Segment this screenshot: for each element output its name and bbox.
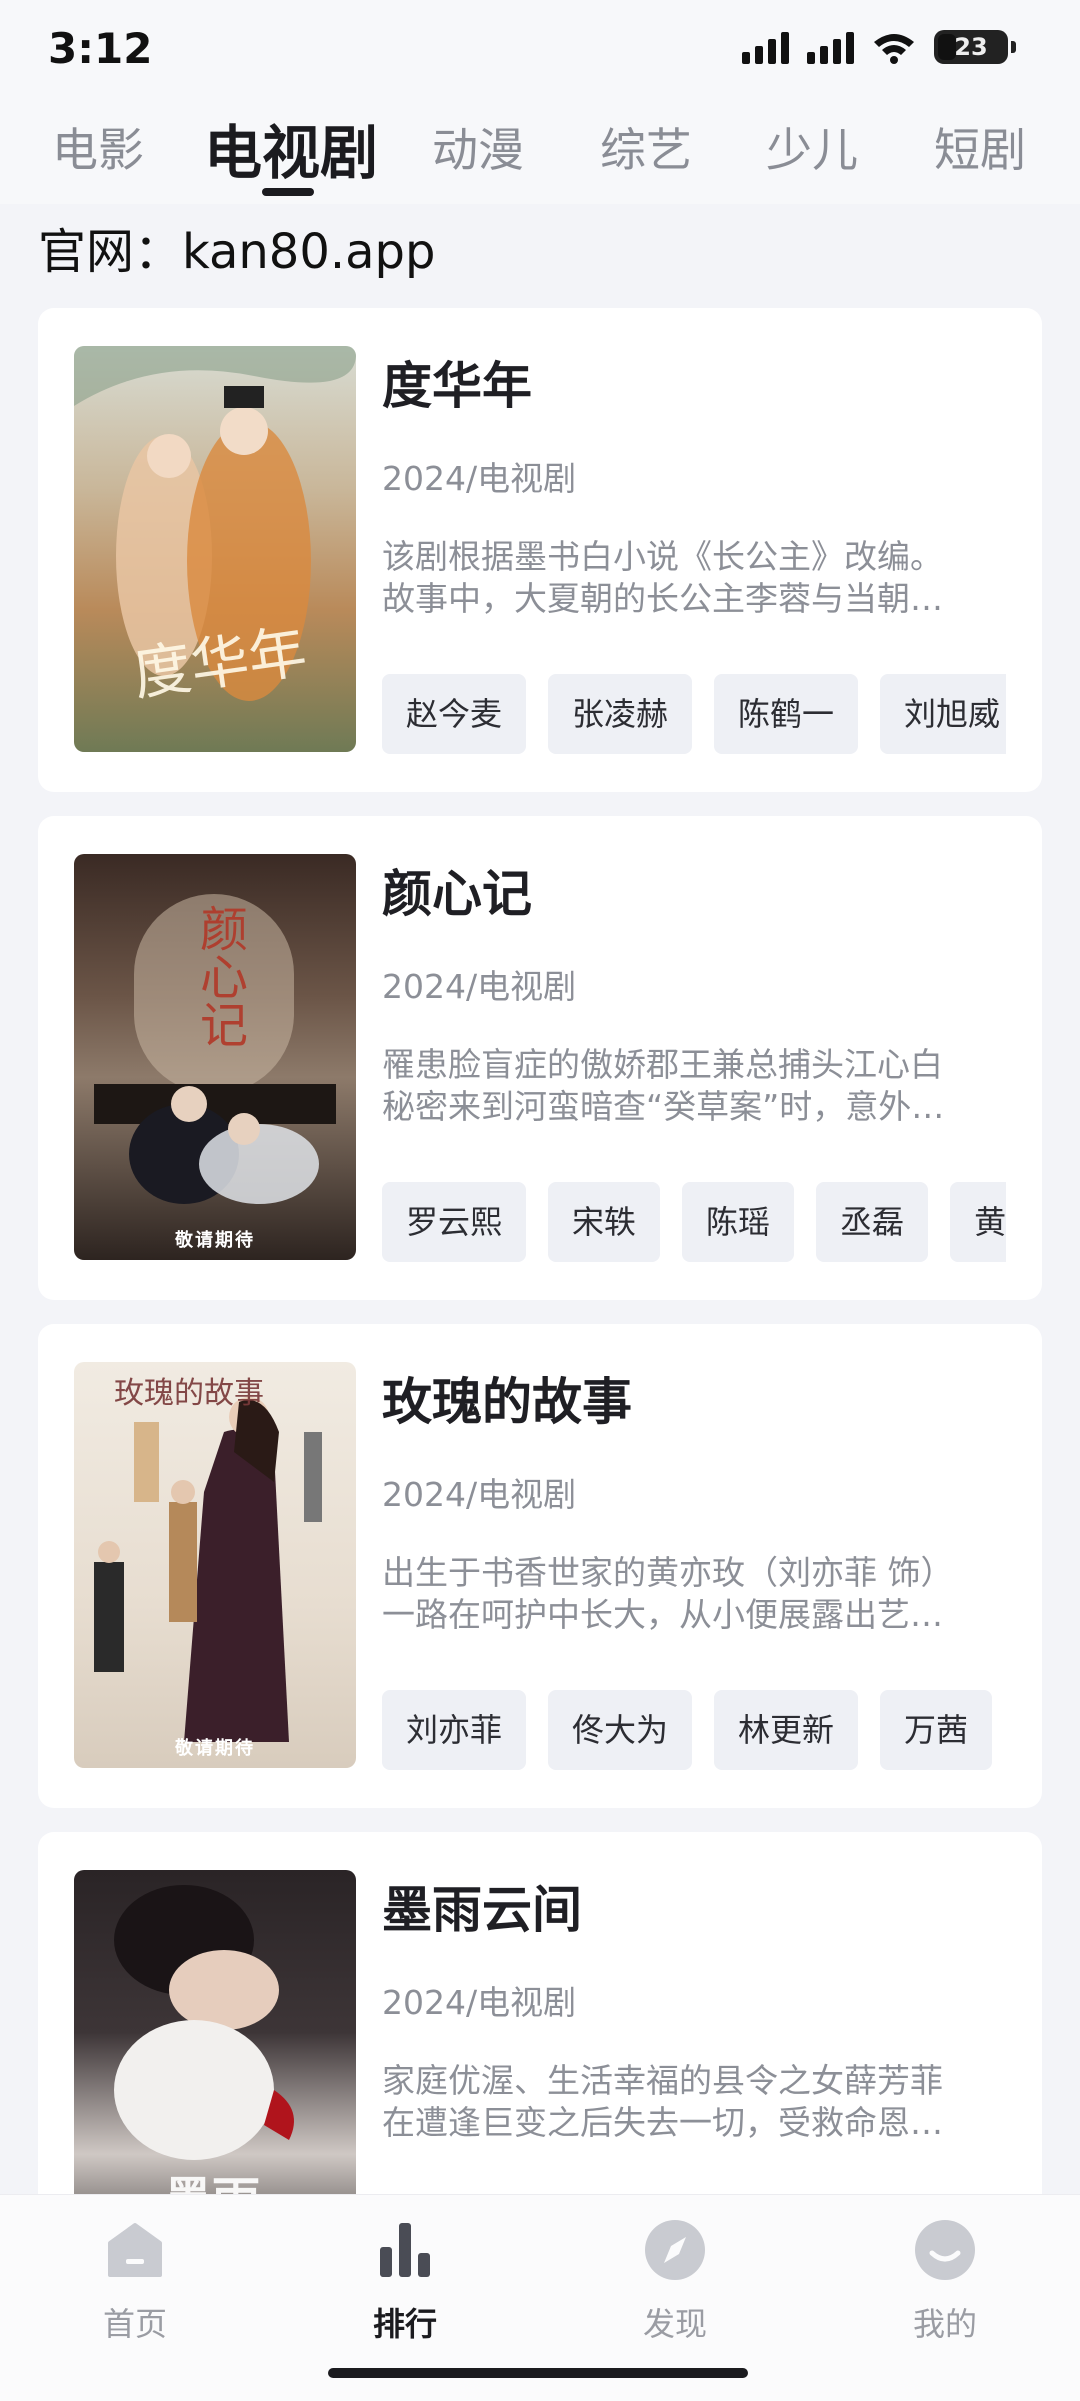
- drama-description: 家庭优渥、生活幸福的县令之女薛芳菲 在遭逢巨变之后失去一切，受救命恩…: [382, 2061, 943, 2142]
- drama-title[interactable]: 颜心记: [382, 854, 532, 926]
- drama-meta: 2024/电视剧: [382, 967, 577, 1006]
- poster-image[interactable]: 颜心记 敬请期待: [74, 854, 356, 1260]
- actor-chip[interactable]: 赵今麦: [382, 674, 527, 754]
- poster-image[interactable]: 度华年: [74, 346, 356, 752]
- discover-icon: [645, 2220, 705, 2280]
- poster-art-title: 玫瑰的故事: [114, 1376, 264, 1411]
- category-tabs: 电影 电视剧 动漫 综艺 少儿 短剧: [0, 100, 1080, 204]
- drama-title[interactable]: 墨雨云间: [382, 1870, 582, 1942]
- status-bar: 3:12 23: [0, 0, 1080, 100]
- actor-chip[interactable]: 林更新: [714, 1690, 859, 1770]
- actor-list: 罗云熙 宋轶 陈瑶 丞磊黄: [382, 1182, 1006, 1262]
- drama-meta: 2024/电视剧: [382, 459, 577, 498]
- actor-chip[interactable]: 丞磊: [816, 1182, 929, 1262]
- drama-title[interactable]: 玫瑰的故事: [382, 1362, 632, 1434]
- poster-badge: 敬请期待: [175, 1738, 255, 1759]
- actor-chip[interactable]: 陈瑶: [682, 1182, 795, 1262]
- nav-ranking-label: 排行: [372, 2305, 437, 2343]
- poster-art-title: 颜心记: [191, 904, 247, 1048]
- drama-meta: 2024/电视剧: [382, 1983, 577, 2022]
- actor-chip[interactable]: 陈鹤一: [714, 674, 859, 754]
- nav-discover[interactable]: 发现: [600, 2217, 750, 2345]
- drama-card[interactable]: 颜心记 敬请期待 颜心记 2024/电视剧 罹患脸盲症的傲娇郡王兼总捕头江心白 …: [38, 816, 1042, 1300]
- home-icon: [108, 2223, 162, 2277]
- actor-list: 赵今麦 张凌赫 陈鹤一 刘旭威: [382, 674, 1006, 754]
- nav-profile-label: 我的: [912, 2305, 977, 2343]
- cellular-signal-2-icon: [807, 30, 854, 64]
- actor-chip[interactable]: 宋轶: [548, 1182, 661, 1262]
- nav-profile[interactable]: 我的: [870, 2217, 1020, 2345]
- poster-badge: 敬请期待: [175, 1230, 255, 1251]
- tab-anime[interactable]: 动漫: [432, 114, 524, 180]
- status-icons: 23: [742, 30, 1016, 64]
- actor-chip[interactable]: 万茜: [880, 1690, 993, 1770]
- home-indicator: [328, 2368, 748, 2378]
- actor-chip[interactable]: 佟大为: [548, 1690, 693, 1770]
- ranking-icon: [380, 2223, 430, 2277]
- nav-home-label: 首页: [102, 2305, 167, 2343]
- tab-variety[interactable]: 综艺: [600, 114, 692, 180]
- nav-ranking[interactable]: 排行: [330, 2217, 480, 2345]
- nav-home[interactable]: 首页: [60, 2217, 210, 2345]
- drama-card[interactable]: 玫瑰的故事 敬请期待 玫瑰的故事 2024/电视剧 出生于书香世家的黄亦玫（刘亦…: [38, 1324, 1042, 1808]
- tab-short-drama[interactable]: 短剧: [934, 114, 1026, 180]
- tab-kids[interactable]: 少儿: [766, 114, 858, 180]
- active-tab-indicator: [262, 188, 314, 196]
- drama-description: 出生于书香世家的黄亦玫（刘亦菲 饰） 一路在呵护中长大，从小便展露出艺…: [382, 1553, 954, 1634]
- actor-chip[interactable]: 张凌赫: [548, 674, 693, 754]
- actor-chip[interactable]: 黄: [950, 1182, 1006, 1262]
- actor-chip[interactable]: 罗云熙: [382, 1182, 527, 1262]
- nav-discover-label: 发现: [642, 2305, 707, 2343]
- status-time: 3:12: [48, 24, 153, 73]
- drama-title[interactable]: 度华年: [382, 346, 532, 418]
- tab-tv-series[interactable]: 电视剧: [204, 106, 378, 190]
- poster-image[interactable]: 玫瑰的故事 敬请期待: [74, 1362, 356, 1768]
- wifi-icon: [874, 34, 914, 64]
- tab-movie[interactable]: 电影: [52, 114, 144, 180]
- drama-description: 罹患脸盲症的傲娇郡王兼总捕头江心白 秘密来到河蛮暗查“癸草案”时，意外…: [382, 1045, 945, 1126]
- actor-list: 刘亦菲 佟大为 林更新 万茜: [382, 1690, 1006, 1770]
- battery-level: 23: [954, 33, 988, 61]
- drama-card[interactable]: 度华年 度华年 2024/电视剧 该剧根据墨书白小说《长公主》改编。 故事中，大…: [38, 308, 1042, 792]
- battery-icon: 23: [934, 30, 1016, 64]
- site-notice: 官网：kan80.app: [38, 224, 436, 280]
- actor-chip[interactable]: 刘旭威: [880, 674, 1006, 754]
- cellular-signal-icon: [742, 30, 789, 64]
- drama-meta: 2024/电视剧: [382, 1475, 577, 1514]
- profile-icon: [915, 2220, 975, 2280]
- actor-chip[interactable]: 刘亦菲: [382, 1690, 527, 1770]
- drama-description: 该剧根据墨书白小说《长公主》改编。 故事中，大夏朝的长公主李蓉与当朝…: [382, 537, 943, 618]
